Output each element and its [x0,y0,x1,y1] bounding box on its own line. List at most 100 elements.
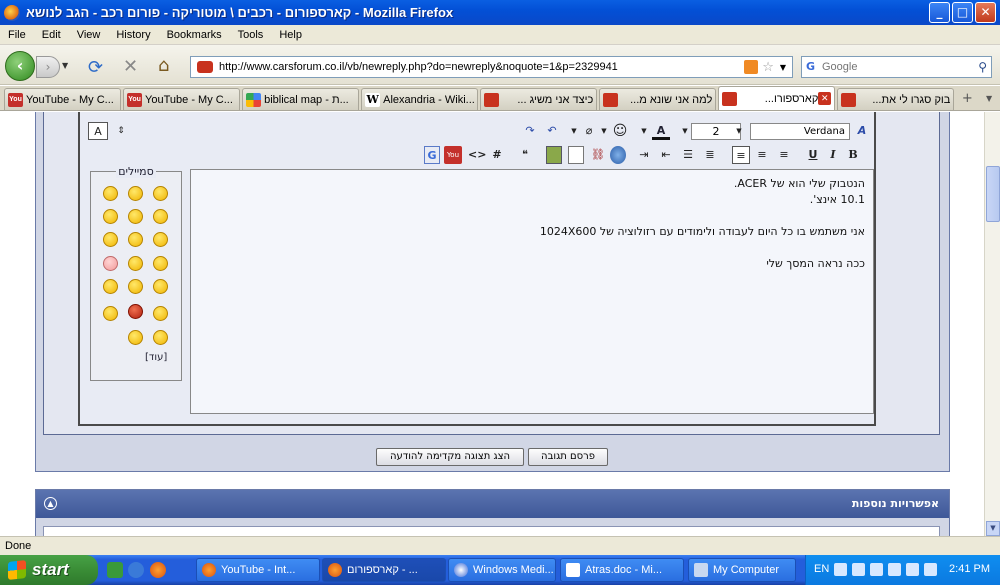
tab-forum-3[interactable]: בוק סגרו לי את... [837,88,955,110]
scroll-down-icon[interactable]: ▼ [986,521,1000,536]
menu-help[interactable]: Help [271,29,310,41]
code-icon[interactable]: <> [468,146,486,164]
task-youtube[interactable]: YouTube - Int... [196,558,320,582]
tab-alexandria[interactable]: W Alexandria - Wiki... [361,88,479,110]
more-smilies-link[interactable]: [עוד] [145,352,167,363]
google-engine-icon[interactable]: G [806,60,820,74]
tab-list-icon[interactable]: ▼ [978,88,1000,110]
quicklaunch-ie-icon[interactable] [128,562,144,578]
smilie-eek-icon[interactable] [103,306,118,321]
home-icon[interactable]: ⌂ [158,55,169,76]
smilie-sad-icon[interactable] [153,306,168,321]
quote-icon[interactable]: ❝ [518,146,532,164]
collapse-icon[interactable]: ▲ [44,497,57,510]
preview-post-button[interactable]: הצג תצוגה מקדימה להודעה [376,448,524,466]
outdent-icon[interactable]: ⇤ [658,146,674,164]
tray-app-icon[interactable] [852,563,865,576]
smilie-surprised-icon[interactable] [103,209,118,224]
quicklaunch-desktop-icon[interactable] [107,562,123,578]
smilie-confused-icon[interactable] [128,209,143,224]
smilie-frown-icon[interactable] [103,186,118,201]
search-icon[interactable]: ⚲ [978,60,987,74]
font-dropdown-icon[interactable]: ▼ [735,122,743,140]
insert-link-icon[interactable] [610,146,626,164]
font-color-icon[interactable]: A [652,122,670,140]
youtube-insert-icon[interactable]: You [444,146,462,164]
align-right-icon[interactable]: ≡ [776,146,792,164]
smilie-cool-icon[interactable] [128,186,143,201]
url-bar[interactable]: http://www.carsforum.co.il/vb/newreply.p… [190,56,793,78]
back-button[interactable]: ‹ [5,51,35,81]
smilie-neutral-icon[interactable] [128,232,143,247]
tab-youtube-2[interactable]: You YouTube - My C... [123,88,241,110]
task-word-doc[interactable]: Atras.doc - Mi... [560,558,684,582]
tray-network-icon[interactable] [834,563,847,576]
vertical-scrollbar[interactable]: ▼ [984,112,1000,536]
smilie-devil-icon[interactable] [153,232,168,247]
remove-format-icon[interactable]: A [854,122,870,140]
forward-button[interactable]: › [36,56,60,78]
tab-close-icon[interactable]: ✕ [818,92,832,105]
rss-feed-icon[interactable] [744,60,759,74]
switch-editor-mode-icon[interactable]: A [88,122,108,140]
additional-options-header[interactable]: אפשרויות נוספות [36,490,949,518]
menu-view[interactable]: View [69,29,109,41]
bookmark-star-icon[interactable]: ☆ [762,60,774,75]
undo-icon[interactable]: ↶ [544,122,560,140]
underline-icon[interactable]: U [806,146,820,164]
task-windows-media[interactable]: Windows Medi... [448,558,556,582]
italic-icon[interactable]: I [826,146,840,164]
remove-link-icon[interactable]: ⛓ [590,146,606,164]
bold-icon[interactable]: B [846,146,860,164]
menu-bookmarks[interactable]: Bookmarks [159,29,230,41]
new-tab-icon[interactable]: + [956,88,978,110]
close-button[interactable]: ✕ [975,2,996,23]
bullet-list-icon[interactable]: ☰ [680,146,696,164]
tab-forum-2[interactable]: למה אני שונא מ... [599,88,717,110]
search-bar[interactable]: G ⚲ [801,56,992,78]
smilie-question-icon[interactable] [153,256,168,271]
smilie-laugh-icon[interactable] [103,232,118,247]
redo-icon[interactable]: ↷ [522,122,538,140]
smilie-tongue-icon[interactable] [128,330,143,345]
search-input[interactable] [822,61,979,73]
google-search-icon[interactable]: G [424,146,440,164]
task-my-computer[interactable]: My Computer [688,558,796,582]
start-button[interactable]: start [0,555,98,585]
align-left-icon[interactable]: ≡ [732,146,750,164]
smilie-dropdown-icon[interactable]: ▼ [600,122,608,140]
smilie-grin-icon[interactable] [153,209,168,224]
menu-tools[interactable]: Tools [230,29,272,41]
font-size-select[interactable]: 2 [691,123,741,140]
smilie-rolleyes-icon[interactable] [128,279,143,294]
size-dropdown-icon[interactable]: ▼ [681,122,689,140]
tray-security-icon[interactable] [888,563,901,576]
reload-icon[interactable]: ⟳ [88,57,103,78]
message-textarea[interactable]: הנטבוק שלי הוא של ACER. 10.1 אינצ'. אני … [190,169,874,414]
url-text[interactable]: http://www.carsforum.co.il/vb/newreply.p… [219,61,744,73]
insert-image-icon[interactable] [546,146,562,164]
minimize-button[interactable]: _ [929,2,950,23]
maximize-button[interactable]: □ [952,2,973,23]
task-carsforum[interactable]: קארספורום - ... [322,558,446,582]
submit-reply-button[interactable]: פרסם תגובה [528,448,608,466]
smilie-icon[interactable]: ☺ [612,122,628,140]
language-indicator[interactable]: EN [814,563,829,575]
tray-volume-icon[interactable] [870,563,883,576]
smilie-wink-icon[interactable] [153,279,168,294]
tab-biblical-map[interactable]: biblical map - ת... [242,88,360,110]
url-dropdown-icon[interactable]: ▼ [780,63,786,72]
smilie-mad-icon[interactable] [128,304,143,319]
hash-icon[interactable]: # [490,146,504,164]
quicklaunch-firefox-icon[interactable] [150,562,166,578]
insert-media-icon[interactable] [568,146,584,164]
tab-youtube-1[interactable]: You YouTube - My C... [4,88,122,110]
smilie-smile-icon[interactable] [128,256,143,271]
tab-forum-active[interactable]: קארספורו... ✕ [718,86,836,110]
color-dropdown-icon[interactable]: ▼ [640,122,648,140]
smilie-arrow-icon[interactable] [103,279,118,294]
font-name-select[interactable]: Verdana [750,123,850,140]
numbered-list-icon[interactable]: ≣ [702,146,718,164]
menu-file[interactable]: File [0,29,34,41]
smilie-tired-icon[interactable] [153,330,168,345]
